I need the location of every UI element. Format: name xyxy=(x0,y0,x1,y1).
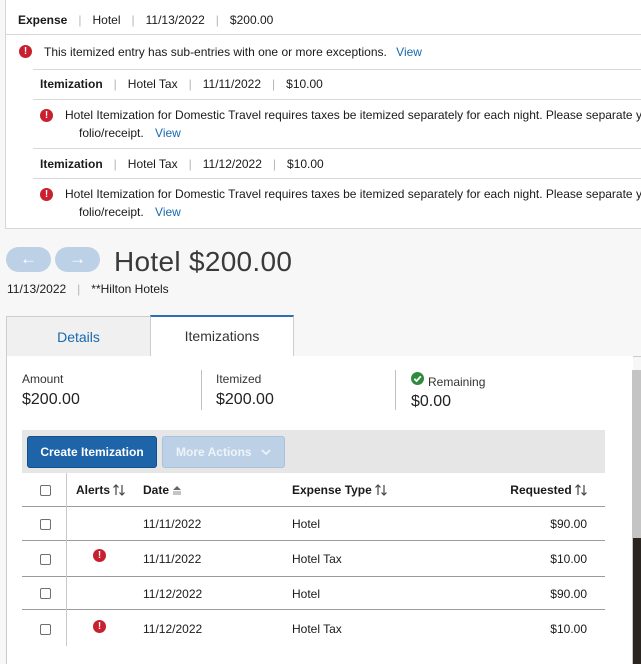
row-expense-type: Hotel xyxy=(292,517,321,531)
exception-item-message-1: Hotel Itemization for Domestic Travel re… xyxy=(65,108,641,122)
row-date: 11/12/2022 xyxy=(143,587,203,601)
item-date: 11/11/2022 xyxy=(202,77,262,91)
previous-expense-button[interactable]: ← xyxy=(6,247,51,272)
exception-item-message-2: folio/receipt. View xyxy=(79,205,181,219)
chevron-down-icon xyxy=(261,449,271,456)
expense-date: 11/13/2022 xyxy=(145,13,205,27)
table-row[interactable]: 11/11/2022 Hotel $90.00 xyxy=(22,507,605,541)
row-alert-icon: ! xyxy=(93,549,106,562)
row-date: 11/11/2022 xyxy=(143,517,202,531)
summary-divider xyxy=(201,370,202,410)
column-date-label: Date xyxy=(143,483,170,497)
row-requested: $10.00 xyxy=(550,622,587,636)
itemized-value: $200.00 xyxy=(216,391,274,408)
select-all-checkbox[interactable] xyxy=(40,485,51,496)
column-date[interactable]: Date xyxy=(143,483,182,497)
row-date: 11/11/2022 xyxy=(143,552,202,566)
column-expense-type[interactable]: Expense Type xyxy=(292,483,388,497)
row-alert-icon: ! xyxy=(93,620,106,633)
amount-value: $200.00 xyxy=(22,391,80,408)
column-requested-label: Requested xyxy=(510,483,572,497)
receipt-preview[interactable] xyxy=(632,370,641,664)
row-requested: $90.00 xyxy=(550,587,587,601)
item-name: Hotel Tax xyxy=(127,157,178,171)
column-divider xyxy=(66,473,67,646)
exception-item-view-link[interactable]: View xyxy=(155,126,181,140)
exception-item-header-1: Itemization | Hotel Tax | 11/11/2022 | $10.00 xyxy=(40,77,323,91)
exception-summary: This itemized entry has sub-entries with… xyxy=(44,45,422,59)
sort-icon xyxy=(375,484,388,496)
more-actions-label: More Actions xyxy=(176,445,252,459)
exception-header-expense: Expense | Hotel | 11/13/2022 | $200.00 xyxy=(18,13,274,27)
sort-icon xyxy=(113,484,126,496)
table-row[interactable]: 11/12/2022 Hotel $90.00 xyxy=(22,577,605,610)
column-expense-type-label: Expense Type xyxy=(292,483,372,497)
next-expense-button[interactable]: → xyxy=(55,247,100,272)
exception-summary-view-link[interactable]: View xyxy=(396,45,422,59)
expense-name: Hotel xyxy=(92,13,121,27)
item-date: 11/12/2022 xyxy=(202,157,262,171)
itemized-label: Itemized xyxy=(216,372,262,386)
expense-title: Hotel $200.00 xyxy=(114,246,293,277)
exception-alert-icon: ! xyxy=(19,45,32,58)
summary-divider xyxy=(395,370,396,410)
arrow-left-icon: ← xyxy=(20,249,37,268)
table-header: Alerts Date Expense Type Requested xyxy=(22,473,605,507)
column-alerts-label: Alerts xyxy=(76,483,111,497)
expense-amount: $200.00 xyxy=(229,13,274,27)
check-circle-icon xyxy=(411,372,424,385)
expense-subtitle: 11/13/2022 | **Hilton Hotels xyxy=(7,282,169,296)
more-actions-button[interactable]: More Actions xyxy=(162,436,285,468)
column-requested[interactable]: Requested xyxy=(510,483,587,497)
exception-item-message-1: Hotel Itemization for Domestic Travel re… xyxy=(65,187,641,201)
arrow-right-icon: → xyxy=(69,249,86,268)
row-date: 11/12/2022 xyxy=(143,622,203,636)
amount-label: Amount xyxy=(22,372,64,386)
item-amount: $10.00 xyxy=(286,77,323,91)
row-requested: $90.00 xyxy=(550,517,587,531)
sort-icon xyxy=(575,484,587,496)
exception-item-header-2: Itemization | Hotel Tax | 11/12/2022 | $10.00 xyxy=(40,157,324,171)
exception-item-message-line2: folio/receipt. xyxy=(79,126,144,140)
exception-item-message-2: folio/receipt. View xyxy=(79,126,181,140)
sort-ascending-icon xyxy=(173,486,182,495)
row-checkbox[interactable] xyxy=(40,624,51,635)
row-expense-type: Hotel Tax xyxy=(292,622,342,636)
tab-bar: Details Itemizations xyxy=(6,315,641,357)
row-checkbox[interactable] xyxy=(40,554,51,565)
item-name: Hotel Tax xyxy=(127,77,178,91)
row-checkbox[interactable] xyxy=(40,519,51,530)
exceptions-panel: Expense | Hotel | 11/13/2022 | $200.00 ! This … xyxy=(5,0,641,229)
table-row[interactable]: ! 11/11/2022 Hotel Tax $10.00 xyxy=(22,541,605,577)
row-expense-type: Hotel xyxy=(292,587,321,601)
expense-subtitle-date: 11/13/2022 xyxy=(7,282,67,296)
table-row[interactable]: ! 11/12/2022 Hotel Tax $10.00 xyxy=(22,610,605,646)
exception-summary-text: This itemized entry has sub-entries with… xyxy=(44,45,387,59)
expense-subtitle-vendor: **Hilton Hotels xyxy=(91,282,169,296)
row-checkbox[interactable] xyxy=(40,588,51,599)
itemizations-toolbar: Create Itemization More Actions xyxy=(22,430,605,473)
remaining-value: $0.00 xyxy=(411,393,452,410)
row-expense-type: Hotel Tax xyxy=(292,552,342,566)
column-alerts[interactable]: Alerts xyxy=(76,483,126,497)
tab-details[interactable]: Details xyxy=(6,316,151,357)
row-requested: $10.00 xyxy=(550,552,587,566)
exception-item-alert-icon: ! xyxy=(40,109,53,122)
exception-item-view-link[interactable]: View xyxy=(155,205,181,219)
exception-item-message-line2: folio/receipt. xyxy=(79,205,144,219)
item-type: Itemization xyxy=(40,157,103,171)
exception-item-alert-icon: ! xyxy=(40,188,53,201)
expense-type: Expense xyxy=(18,13,68,27)
create-itemization-button[interactable]: Create Itemization xyxy=(27,436,157,468)
item-type: Itemization xyxy=(40,77,103,91)
remaining-label: Remaining xyxy=(428,375,486,389)
item-amount: $10.00 xyxy=(287,157,324,171)
tab-itemizations[interactable]: Itemizations xyxy=(150,315,294,357)
